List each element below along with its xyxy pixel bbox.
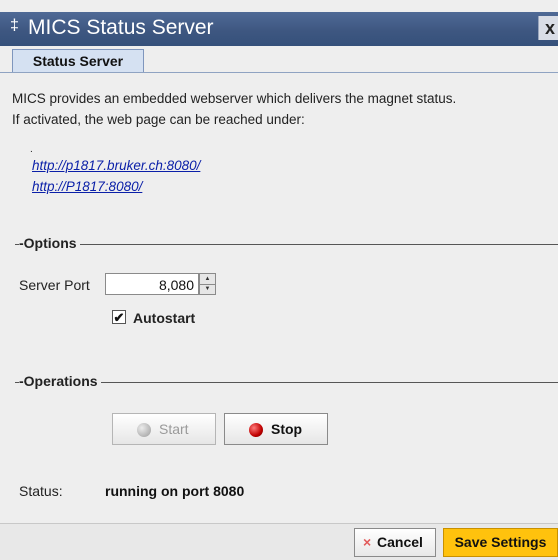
tab-status-server[interactable]: Status Server [12,49,144,72]
title-bar[interactable]: ‡ MICS Status Server x [0,12,558,46]
description-line-2: If activated, the web page can be reache… [12,112,305,127]
server-port-spinner[interactable]: ▲ ▼ [199,273,216,295]
options-divider [15,244,558,245]
start-indicator-icon [137,423,151,437]
server-port-input[interactable]: 8,080 [105,273,199,295]
stop-indicator-icon [249,423,263,437]
window-title: MICS Status Server [28,16,214,39]
close-button[interactable]: x [538,16,558,40]
save-settings-button[interactable]: Save Settings [443,528,558,557]
description-line-1: MICS provides an embedded webserver whic… [12,91,457,106]
status-value: running on port 8080 [105,483,245,499]
check-icon: ✔ [113,310,125,325]
cancel-button-label: Cancel [377,534,423,550]
stop-button-label: Stop [271,421,303,437]
stop-button[interactable]: Stop [224,413,328,445]
spinner-down-icon[interactable]: ▼ [200,284,215,294]
options-section-label: -Options [19,235,80,251]
mics-status-server-window: ‡ MICS Status Server x Status Server MIC… [0,0,558,560]
autostart-label[interactable]: Autostart [133,310,195,326]
cancel-button[interactable]: × Cancel [354,528,436,557]
options-section-title: Options [23,235,77,251]
link-hostname-url[interactable]: http://p1817.bruker.ch:8080/ [32,158,200,173]
close-icon: x [544,18,555,38]
server-port-label: Server Port [19,277,90,293]
tab-bar: Status Server [0,46,558,73]
description: MICS provides an embedded webserver whic… [12,88,456,130]
operations-section-title: Operations [23,373,98,389]
cancel-icon: × [363,534,372,550]
link-short-url[interactable]: http://P1817:8080/ [32,179,142,194]
status-server-panel [8,73,558,523]
app-icon: ‡ [10,17,19,34]
operations-section-header: -Operations [15,372,558,392]
start-button-label: Start [159,421,189,437]
status-label: Status: [19,483,63,499]
operations-section-label: -Operations [19,373,101,389]
options-section-header: -Options [15,234,558,254]
bullet-dot: . [30,144,33,155]
start-button[interactable]: Start [112,413,216,445]
autostart-checkbox[interactable]: ✔ [112,310,126,325]
